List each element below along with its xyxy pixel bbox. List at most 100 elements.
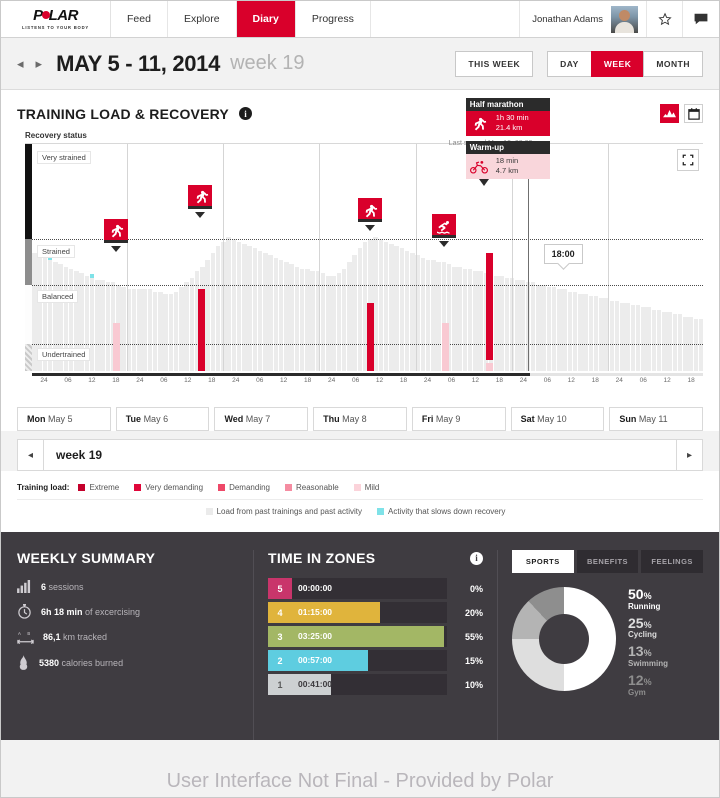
nav-tab-feed[interactable]: Feed bbox=[111, 1, 168, 37]
info-icon[interactable]: i bbox=[470, 551, 483, 565]
tooltip-title: Half marathon bbox=[465, 98, 550, 111]
activity-marker-running[interactable] bbox=[103, 218, 128, 252]
tab-feelings[interactable]: FEELINGS bbox=[641, 550, 704, 573]
zone-percent: 15% bbox=[464, 655, 483, 666]
this-week-button[interactable]: THIS WEEK bbox=[455, 50, 534, 77]
message-icon[interactable] bbox=[683, 1, 719, 37]
legend-swatch bbox=[353, 484, 361, 491]
view-toggle-group bbox=[660, 104, 703, 123]
day-date: May 8 bbox=[339, 414, 367, 424]
info-icon[interactable]: i bbox=[238, 107, 252, 120]
day-cell-mon[interactable]: Mon May 5 bbox=[17, 407, 111, 431]
polar-logo[interactable]: P LAR LISTENS TO YOUR BODY bbox=[1, 1, 111, 37]
load-bar bbox=[257, 250, 263, 371]
user-menu[interactable]: Jonathan Adams bbox=[520, 1, 647, 37]
star-icon[interactable] bbox=[647, 1, 683, 37]
sport-item: 50% Running bbox=[628, 587, 703, 611]
zone-percent: 0% bbox=[469, 583, 483, 594]
legend-swatch bbox=[377, 508, 385, 515]
load-bar bbox=[184, 282, 189, 371]
top-navigation: P LAR LISTENS TO YOUR BODY Feed Explore D… bbox=[1, 1, 719, 38]
day-cell-wed[interactable]: Wed May 7 bbox=[214, 407, 309, 431]
load-bar bbox=[614, 300, 620, 371]
hour-tick: 18 bbox=[495, 377, 503, 384]
nav-tab-explore[interactable]: Explore bbox=[168, 1, 237, 37]
range-week-button[interactable]: WEEK bbox=[590, 50, 644, 77]
load-bar bbox=[205, 259, 210, 371]
activity-marker-swimming[interactable] bbox=[432, 214, 457, 248]
time-in-zones-section: TIME IN ZONES i 5 00:00:00 0% 4 01:15:00 20% 3… bbox=[268, 550, 483, 740]
activity-load-bar bbox=[113, 323, 121, 371]
tab-benefits[interactable]: BENEFITS bbox=[576, 550, 639, 573]
summary-text: 5380 calories burned bbox=[39, 657, 124, 668]
zone-track: 01:15:00 bbox=[292, 602, 447, 623]
time-tooltip: 18:00 bbox=[543, 243, 583, 264]
prev-week-arrow[interactable]: ◂ bbox=[17, 56, 24, 72]
hour-tick: 06 bbox=[256, 377, 264, 384]
legend-swatch bbox=[205, 508, 213, 515]
hour-tick: 18 bbox=[304, 377, 312, 384]
range-month-button[interactable]: MONTH bbox=[643, 50, 703, 77]
zone-row: 5 00:00:00 0% bbox=[268, 578, 483, 599]
week-next-button[interactable]: ▸ bbox=[676, 440, 702, 470]
load-bar bbox=[378, 239, 384, 371]
summary-row-distance: AB 86,1 km tracked bbox=[17, 630, 239, 644]
calendar-view-icon[interactable] bbox=[684, 104, 703, 123]
zone-time: 00:00:00 bbox=[298, 583, 333, 593]
load-bar bbox=[557, 289, 562, 371]
tab-sports[interactable]: SPORTS bbox=[512, 550, 574, 573]
activity-load-bar bbox=[197, 289, 205, 371]
legend-swatch bbox=[78, 484, 86, 491]
load-bar bbox=[515, 280, 520, 371]
sport-percent: 12% bbox=[628, 672, 652, 689]
day-cell-fri[interactable]: Fri May 9 bbox=[411, 407, 506, 431]
hour-tick: 24 bbox=[519, 377, 527, 384]
activity-marker-running[interactable] bbox=[188, 184, 213, 218]
hour-tick: 12 bbox=[280, 377, 288, 384]
tooltip-duration: 1h 30 min bbox=[495, 113, 529, 122]
load-bar bbox=[404, 250, 410, 371]
activity-marker-running[interactable] bbox=[357, 198, 382, 232]
sport-percent-unit: % bbox=[643, 619, 652, 630]
zone-label-undertrained: Undertrained bbox=[37, 348, 91, 362]
legend-item: Extreme bbox=[78, 483, 119, 492]
day-cell-thu[interactable]: Thu May 8 bbox=[313, 407, 407, 431]
day-cell-sun[interactable]: Sun May 11 bbox=[609, 407, 704, 431]
week-prev-button[interactable]: ◂ bbox=[18, 440, 44, 470]
load-bar bbox=[599, 298, 604, 371]
zone-percent: 20% bbox=[464, 607, 483, 618]
tooltip-title: Warm-up bbox=[465, 141, 550, 154]
day-date: May 10 bbox=[534, 414, 567, 424]
nav-tab-diary[interactable]: Diary bbox=[236, 1, 296, 37]
page-title: MAY 5 - 11, 2014 bbox=[56, 50, 221, 76]
zone-row: 1 00:41:00 10% bbox=[268, 674, 483, 695]
load-bar bbox=[357, 248, 363, 371]
day-cell-tue[interactable]: Tue May 6 bbox=[115, 407, 210, 431]
load-bar bbox=[347, 262, 352, 371]
activity-load-bar bbox=[441, 323, 449, 371]
load-bar bbox=[536, 284, 541, 371]
load-bar bbox=[635, 305, 641, 371]
expand-icon[interactable] bbox=[677, 149, 699, 171]
activity-tooltip-warm-up[interactable]: Warm-up 18 min 4.7 km bbox=[465, 141, 550, 187]
day-cell-sat[interactable]: Sat May 10 bbox=[510, 407, 605, 431]
range-day-button[interactable]: DAY bbox=[547, 50, 591, 77]
avatar[interactable] bbox=[611, 5, 638, 33]
chart-view-icon[interactable] bbox=[660, 104, 679, 123]
legend-label: Reasonable bbox=[296, 483, 339, 492]
hour-tick: 12 bbox=[567, 377, 575, 384]
brand-dot-icon bbox=[41, 11, 50, 20]
legend-label: Very demanding bbox=[145, 483, 204, 492]
activity-tooltip-half-marathon[interactable]: Half marathon 1h 30 min 21.4 km bbox=[465, 98, 550, 137]
hour-tick: 12 bbox=[375, 377, 384, 384]
load-bar bbox=[420, 257, 426, 371]
panel-divider-1 bbox=[253, 550, 254, 740]
next-week-arrow[interactable]: ▸ bbox=[36, 56, 43, 72]
summary-text: 86,1 km tracked bbox=[43, 632, 108, 642]
sport-item: 25% Cycling bbox=[628, 615, 703, 639]
hour-tick: 12 bbox=[471, 377, 480, 384]
nav-tab-progress[interactable]: Progress bbox=[296, 1, 371, 37]
day-selector: Mon May 5 Tue May 6 Wed May 7 Thu May 8 Fri … bbox=[1, 401, 719, 431]
cycling-icon bbox=[466, 154, 492, 179]
load-bar bbox=[630, 305, 636, 371]
